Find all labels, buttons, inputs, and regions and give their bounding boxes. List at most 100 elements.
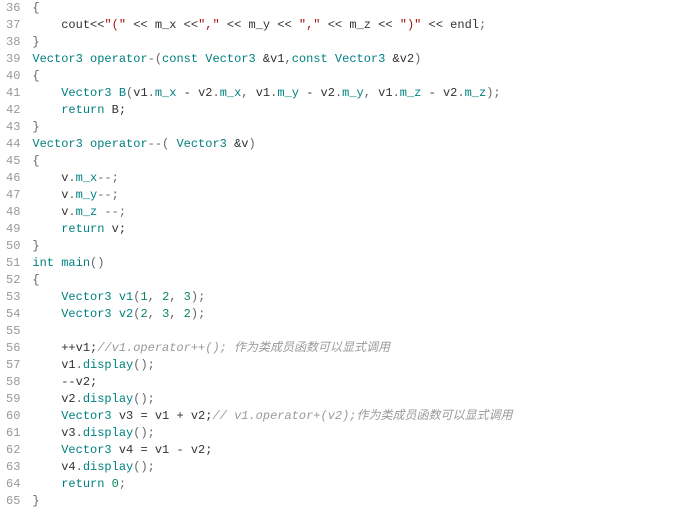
token-type: Vector3 — [61, 409, 111, 423]
code-line[interactable]: Vector3 operator-(const Vector3 &v1,cons… — [32, 51, 512, 68]
token-punct: --; — [97, 188, 119, 202]
code-line[interactable]: v4.display(); — [32, 459, 512, 476]
token-ident — [112, 307, 119, 321]
token-punct: . — [76, 460, 83, 474]
token-ident — [32, 443, 61, 457]
token-punct: --; — [97, 205, 126, 219]
token-ident: v1 — [378, 86, 392, 100]
token-punct: { — [32, 273, 39, 287]
token-type: Vector3 — [61, 443, 111, 457]
token-ident: v; — [104, 222, 126, 236]
code-line[interactable]: { — [32, 0, 512, 17]
token-ident: v — [32, 188, 68, 202]
line-number: 41 — [6, 85, 20, 102]
token-punct: . — [212, 86, 219, 100]
code-line[interactable]: return 0; — [32, 476, 512, 493]
token-func: main — [61, 256, 90, 270]
token-punct: ) — [414, 52, 421, 66]
token-ident: v — [32, 171, 68, 185]
code-line[interactable]: Vector3 B(v1.m_x - v2.m_x, v1.m_y - v2.m… — [32, 85, 512, 102]
token-num: 1 — [140, 290, 147, 304]
token-ident — [83, 137, 90, 151]
line-number: 57 — [6, 357, 20, 374]
code-line[interactable]: v3.display(); — [32, 425, 512, 442]
code-line[interactable]: return B; — [32, 102, 512, 119]
token-punct: , — [364, 86, 378, 100]
code-line[interactable]: v1.display(); — [32, 357, 512, 374]
token-punct: ); — [191, 307, 205, 321]
code-area[interactable]: { cout<<"(" << m_x <<"," << m_y << "," <… — [28, 0, 516, 510]
token-ident: endl — [450, 18, 479, 32]
token-punct: { — [32, 69, 39, 83]
code-line[interactable]: cout<<"(" << m_x <<"," << m_y << "," << … — [32, 17, 512, 34]
code-line[interactable]: { — [32, 68, 512, 85]
token-comm: //v1.operator++(); 作为类成员函数可以显式调用 — [97, 341, 390, 355]
token-punct: . — [148, 86, 155, 100]
token-punct: ) — [248, 137, 255, 151]
line-number: 38 — [6, 34, 20, 51]
code-line[interactable]: } — [32, 493, 512, 510]
code-line[interactable]: { — [32, 153, 512, 170]
code-line[interactable]: Vector3 v2(2, 3, 2); — [32, 306, 512, 323]
token-member: m_x — [76, 171, 98, 185]
code-line[interactable]: --v2; — [32, 374, 512, 391]
token-op: & — [256, 52, 270, 66]
token-str: "(" — [104, 18, 126, 32]
code-line[interactable]: Vector3 operator--( Vector3 &v) — [32, 136, 512, 153]
token-punct: . — [68, 171, 75, 185]
line-number: 37 — [6, 17, 20, 34]
token-op: & — [227, 137, 241, 151]
line-number: 40 — [6, 68, 20, 85]
code-line[interactable]: } — [32, 238, 512, 255]
token-punct: , — [148, 307, 162, 321]
line-number: 45 — [6, 153, 20, 170]
token-kw: return — [61, 103, 104, 117]
code-line[interactable]: v.m_x--; — [32, 170, 512, 187]
token-punct: () — [90, 256, 104, 270]
token-ident: v4 — [32, 460, 75, 474]
code-line[interactable]: Vector3 v3 = v1 + v2;// v1.operator+(v2)… — [32, 408, 512, 425]
token-member: m_z — [400, 86, 422, 100]
token-kw: const — [292, 52, 328, 66]
code-line[interactable]: v.m_y--; — [32, 187, 512, 204]
code-line[interactable] — [32, 323, 512, 340]
token-op: << — [220, 18, 249, 32]
code-line[interactable]: Vector3 v4 = v1 - v2; — [32, 442, 512, 459]
token-punct: , — [148, 290, 162, 304]
token-num: 0 — [112, 477, 119, 491]
token-punct: . — [393, 86, 400, 100]
token-ident: m_x — [155, 18, 177, 32]
token-ident: m_z — [349, 18, 371, 32]
line-number: 46 — [6, 170, 20, 187]
token-punct: } — [32, 494, 39, 508]
line-number: 53 — [6, 289, 20, 306]
code-line[interactable]: } — [32, 34, 512, 51]
code-line[interactable]: v.m_z --; — [32, 204, 512, 221]
token-ident: v1 — [133, 86, 147, 100]
token-punct: , — [169, 307, 183, 321]
token-ident: B; — [104, 103, 126, 117]
token-ident — [32, 290, 61, 304]
code-line[interactable]: Vector3 v1(1, 2, 3); — [32, 289, 512, 306]
code-line[interactable]: { — [32, 272, 512, 289]
token-op: - — [176, 86, 198, 100]
code-line[interactable]: ++v1;//v1.operator++(); 作为类成员函数可以显式调用 — [32, 340, 512, 357]
code-line[interactable]: v2.display(); — [32, 391, 512, 408]
token-ident: v2 — [32, 392, 75, 406]
code-line[interactable]: } — [32, 119, 512, 136]
token-member: m_y — [76, 188, 98, 202]
token-ident: m_y — [248, 18, 270, 32]
line-number: 64 — [6, 476, 20, 493]
line-number: 55 — [6, 323, 20, 340]
token-punct: } — [32, 120, 39, 134]
token-punct: { — [32, 1, 39, 15]
token-func: display — [83, 426, 133, 440]
token-punct: ; — [119, 477, 126, 491]
token-kw: return — [61, 477, 104, 491]
token-type: Vector3 — [61, 86, 111, 100]
code-line[interactable]: return v; — [32, 221, 512, 238]
code-line[interactable]: int main() — [32, 255, 512, 272]
line-number: 44 — [6, 136, 20, 153]
token-ident — [328, 52, 335, 66]
token-type: Vector3 — [335, 52, 385, 66]
